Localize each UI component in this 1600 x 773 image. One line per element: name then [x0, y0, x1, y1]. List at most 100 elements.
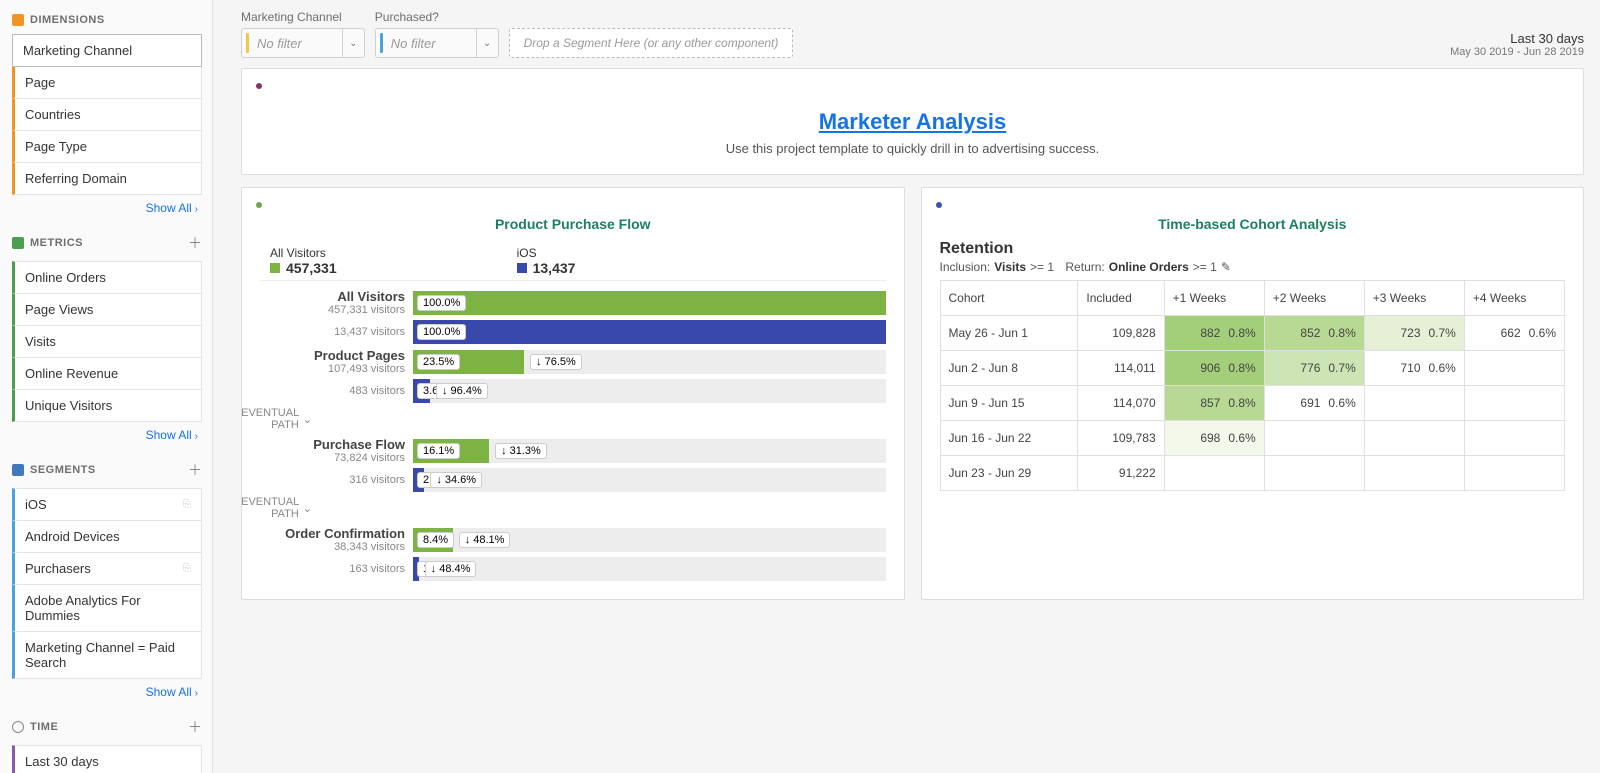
tag-icon: ⎘	[183, 499, 191, 510]
retention-heading: Retention	[940, 240, 1566, 258]
segments-label: SEGMENTS	[30, 464, 96, 476]
metric-item[interactable]: Online Orders	[12, 261, 202, 294]
flow-step: Order Confirmation38,343 visitors 8.4% ↓…	[260, 526, 886, 553]
show-all-segments[interactable]: Show All›	[146, 685, 198, 699]
chevron-right-icon: ›	[195, 204, 198, 215]
cohort-table: CohortIncluded+1 Weeks+2 Weeks+3 Weeks+4…	[940, 280, 1566, 491]
flow-bar-track[interactable]: 2.4% ↓ 34.6%	[413, 468, 886, 492]
flow-bar-track[interactable]: 3.6% ↓ 96.4%	[413, 379, 886, 403]
workspace-canvas: Marketing Channel No filter ⌄ Purchased?…	[213, 0, 1600, 773]
legend-b-name: iOS	[517, 246, 576, 260]
dropoff-badge: ↓ 96.4%	[436, 383, 488, 399]
filter-bar: Marketing Channel No filter ⌄ Purchased?…	[241, 0, 1584, 68]
dimensions-label: DIMENSIONS	[30, 14, 105, 26]
cohort-panel: Time-based Cohort Analysis Retention Inc…	[921, 187, 1585, 600]
metric-item[interactable]: Visits	[12, 326, 202, 358]
cohort-panel-title: Time-based Cohort Analysis	[940, 216, 1566, 232]
project-title-link[interactable]: Marketer Analysis	[819, 109, 1007, 134]
dimension-item[interactable]: Page	[12, 67, 202, 99]
flow-bar-track[interactable]: 1.2% ↓ 48.4%	[413, 557, 886, 581]
time-item[interactable]: Last 30 days	[12, 745, 202, 773]
cohort-header[interactable]: +4 Weeks	[1464, 281, 1564, 316]
metrics-section: METRICS ＋ Online OrdersPage ViewsVisitsO…	[12, 229, 202, 450]
filter-purchased[interactable]: No filter ⌄	[375, 28, 499, 58]
dropoff-badge: ↓ 48.1%	[459, 532, 511, 548]
dropoff-badge: ↓ 34.6%	[430, 472, 482, 488]
chevron-down-icon: ⌄	[342, 29, 364, 57]
dimensions-icon	[12, 14, 24, 26]
show-all-dimensions[interactable]: Show All›	[146, 201, 198, 215]
show-all-metrics[interactable]: Show All›	[146, 428, 198, 442]
table-row: May 26 - Jun 1109,8288820.8%8520.8%7230.…	[940, 316, 1565, 351]
flow-step-secondary: 13,437 visitors 100.0%	[260, 320, 886, 344]
legend-a-name: All Visitors	[270, 246, 337, 260]
retention-criteria: Inclusion: Visits >= 1 Return: Online Or…	[940, 260, 1566, 274]
time-section: TIME ＋ Last 30 days	[12, 713, 202, 773]
segment-item[interactable]: Adobe Analytics For Dummies	[12, 585, 202, 632]
cohort-header[interactable]: Included	[1078, 281, 1164, 316]
dropoff-badge: ↓ 48.4%	[425, 561, 477, 577]
panel-row: Product Purchase Flow All Visitors 457,3…	[241, 187, 1584, 612]
add-time-button[interactable]: ＋	[188, 717, 202, 737]
eventual-path-toggle[interactable]: EVENTUAL PATH ⌄	[260, 496, 652, 520]
cohort-header[interactable]: Cohort	[940, 281, 1078, 316]
segments-section: SEGMENTS ＋ iOS⎘Android DevicesPurchasers…	[12, 456, 202, 707]
chevron-down-icon: ⌄	[303, 413, 312, 426]
components-sidebar: DIMENSIONS Marketing ChannelPageCountrie…	[0, 0, 213, 773]
dimension-item[interactable]: Referring Domain	[12, 163, 202, 195]
metric-item[interactable]: Online Revenue	[12, 358, 202, 390]
filter-marketing-channel[interactable]: No filter ⌄	[241, 28, 365, 58]
dropoff-badge: ↓ 76.5%	[530, 354, 582, 370]
segment-item[interactable]: iOS⎘	[12, 488, 202, 521]
chevron-right-icon: ›	[195, 688, 198, 699]
dropoff-badge: ↓ 31.3%	[495, 443, 547, 459]
table-row: Jun 16 - Jun 22109,7836980.6%	[940, 421, 1565, 456]
cohort-header[interactable]: +2 Weeks	[1264, 281, 1364, 316]
metrics-label: METRICS	[30, 237, 83, 249]
flow-step-secondary: 316 visitors 2.4% ↓ 34.6%	[260, 468, 886, 492]
flow-step-secondary: 163 visitors 1.2% ↓ 48.4%	[260, 557, 886, 581]
time-label: TIME	[30, 721, 58, 733]
add-segment-button[interactable]: ＋	[188, 460, 202, 480]
panel-handle-icon[interactable]	[256, 83, 262, 89]
edit-icon[interactable]: ✎	[1221, 260, 1231, 274]
flow-step: All Visitors457,331 visitors 100.0%	[260, 289, 886, 316]
metric-item[interactable]: Page Views	[12, 294, 202, 326]
dimensions-section: DIMENSIONS Marketing ChannelPageCountrie…	[12, 10, 202, 223]
clock-icon	[12, 721, 24, 733]
table-row: Jun 2 - Jun 8114,0119060.8%7760.7%7100.6…	[940, 351, 1565, 386]
flow-legend: All Visitors 457,331 iOS 13,437	[260, 240, 886, 281]
dimension-item[interactable]: Marketing Channel	[12, 34, 202, 67]
panel-handle-icon[interactable]	[256, 202, 262, 208]
flow-step: Purchase Flow73,824 visitors 16.1% ↓ 31.…	[260, 437, 886, 464]
flow-bar-track[interactable]: 100.0%	[413, 291, 886, 315]
segment-item[interactable]: Android Devices	[12, 521, 202, 553]
eventual-path-toggle[interactable]: EVENTUAL PATH ⌄	[260, 407, 652, 431]
flow-bar-track[interactable]: 100.0%	[413, 320, 886, 344]
panel-handle-icon[interactable]	[936, 202, 942, 208]
chevron-right-icon: ›	[195, 431, 198, 442]
dimension-item[interactable]: Page Type	[12, 131, 202, 163]
add-metric-button[interactable]: ＋	[188, 233, 202, 253]
chevron-down-icon: ⌄	[303, 502, 312, 515]
flow-bar-track[interactable]: 16.1% ↓ 31.3%	[413, 439, 886, 463]
segments-icon	[12, 464, 24, 476]
segment-dropzone[interactable]: Drop a Segment Here (or any other compon…	[509, 28, 794, 58]
flow-step: Product Pages107,493 visitors 23.5% ↓ 76…	[260, 348, 886, 375]
date-range-picker[interactable]: Last 30 days May 30 2019 - Jun 28 2019	[1450, 31, 1584, 58]
flow-bar-track[interactable]: 8.4% ↓ 48.1%	[413, 528, 886, 552]
flow-panel-title: Product Purchase Flow	[260, 216, 886, 232]
segment-item[interactable]: Purchasers⎘	[12, 553, 202, 585]
chevron-down-icon: ⌄	[476, 29, 498, 57]
cohort-header[interactable]: +1 Weeks	[1164, 281, 1264, 316]
filter2-label: Purchased?	[375, 10, 499, 24]
table-row: Jun 9 - Jun 15114,0708570.8%6910.6%	[940, 386, 1565, 421]
legend-swatch-blue	[517, 263, 527, 273]
cohort-header[interactable]: +3 Weeks	[1364, 281, 1464, 316]
dimension-item[interactable]: Countries	[12, 99, 202, 131]
segment-item[interactable]: Marketing Channel = Paid Search	[12, 632, 202, 679]
flow-panel: Product Purchase Flow All Visitors 457,3…	[241, 187, 905, 600]
metric-item[interactable]: Unique Visitors	[12, 390, 202, 422]
app-root: DIMENSIONS Marketing ChannelPageCountrie…	[0, 0, 1600, 773]
flow-bar-track[interactable]: 23.5% ↓ 76.5%	[413, 350, 886, 374]
